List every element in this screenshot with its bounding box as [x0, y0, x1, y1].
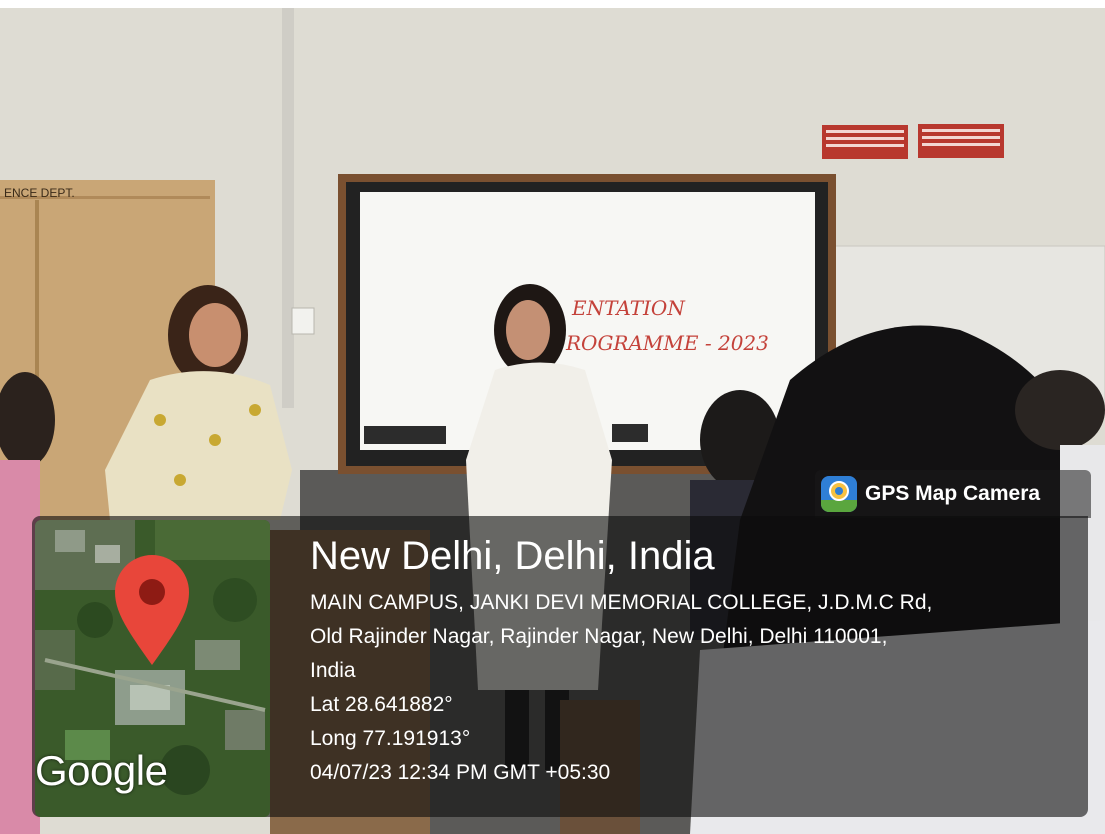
address-line-3: India — [310, 659, 356, 682]
location-title: New Delhi, Delhi, India — [310, 534, 715, 578]
board-text-line1: ENTATION — [571, 296, 686, 320]
longitude-label: Long 77.191913° — [310, 727, 471, 750]
latitude-label: Lat 28.641882° — [310, 693, 453, 716]
address-line-1: MAIN CAMPUS, JANKI DEVI MEMORIAL COLLEGE… — [310, 591, 933, 614]
board-text-line2: ROGRAMME - 2023 — [565, 331, 769, 355]
wall-sign-text: ENCE DEPT. — [4, 186, 75, 200]
address-line-2: Old Rajinder Nagar, Rajinder Nagar, New … — [310, 625, 888, 648]
app-name-label: GPS Map Camera — [865, 482, 1041, 505]
gps-map-camera-badge: GPS Map Camera — [815, 470, 1091, 518]
gps-map-camera-icon — [821, 476, 857, 512]
location-details: New Delhi, Delhi, India MAIN CAMPUS, JAN… — [310, 530, 1080, 790]
satellite-map-thumbnail: Google — [35, 520, 270, 817]
google-logo: Google — [35, 747, 168, 794]
timestamp-label: 04/07/23 12:34 PM GMT +05:30 — [310, 761, 611, 784]
